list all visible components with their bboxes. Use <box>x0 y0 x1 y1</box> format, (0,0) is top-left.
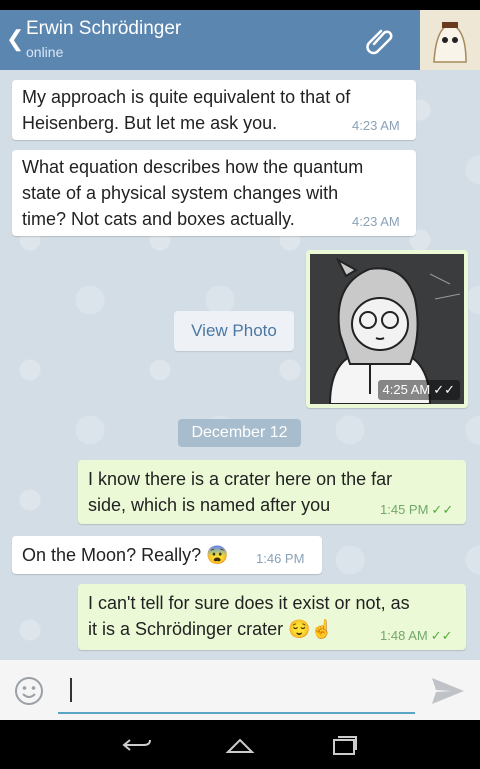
status-bar <box>0 0 480 10</box>
read-checkmark-icon: ✓✓ <box>431 502 454 517</box>
back-arrow-icon[interactable] <box>122 734 154 756</box>
message-line: I know there is a crater here on the far <box>88 469 393 489</box>
date-divider: December 12 <box>178 419 301 447</box>
paperclip-icon[interactable] <box>364 24 396 56</box>
system-nav-bar <box>0 720 480 769</box>
message-line: I can't tell for sure does it exist or n… <box>88 593 410 613</box>
contact-name[interactable]: Erwin Schrödinger <box>26 18 181 40</box>
chat-header: ❮ Erwin Schrödinger online <box>0 10 480 70</box>
view-photo-button[interactable]: View Photo <box>174 311 294 351</box>
message-time: 1:46 PM <box>256 551 305 566</box>
message-time: 4:23 AM <box>352 214 400 229</box>
home-icon[interactable] <box>224 734 256 756</box>
message-line: What equation describes how the quantum <box>22 157 364 177</box>
message-input[interactable] <box>70 678 72 702</box>
message-line: time? Not cats and boxes actually. <box>22 209 295 229</box>
message-bubble-outgoing[interactable]: I can't tell for sure does it exist or n… <box>78 584 466 650</box>
message-line: Heisenberg. But let me ask you. <box>22 113 278 133</box>
message-time: 1:48 AM ✓✓ <box>380 628 453 643</box>
photo-image[interactable]: 4:25 AM ✓✓ <box>310 254 464 404</box>
message-time: 1:45 PM ✓✓ <box>380 502 454 517</box>
message-list[interactable]: My approach is quite equivalent to that … <box>0 70 480 660</box>
read-checkmark-icon: ✓✓ <box>430 628 453 643</box>
chevron-left-icon[interactable]: ❮ <box>6 28 24 50</box>
recents-icon[interactable] <box>328 734 360 756</box>
contact-status: online <box>26 44 64 60</box>
message-time: 4:23 AM <box>352 118 400 133</box>
message-bubble-incoming[interactable]: What equation describes how the quantum … <box>12 150 416 236</box>
message-bubble-outgoing[interactable]: I know there is a crater here on the far… <box>78 460 466 524</box>
message-bubble-incoming[interactable]: On the Moon? Really? 😨 1:46 PM <box>12 536 322 574</box>
input-underline <box>58 712 415 714</box>
send-arrow-icon[interactable] <box>430 676 466 706</box>
photo-time: 4:25 AM ✓✓ <box>377 380 460 400</box>
avatar[interactable] <box>420 10 480 70</box>
message-line: side, which is named after you <box>88 495 331 515</box>
message-line: My approach is quite equivalent to that … <box>22 87 351 107</box>
photo-message[interactable]: 4:25 AM ✓✓ <box>306 250 468 408</box>
message-bubble-incoming[interactable]: My approach is quite equivalent to that … <box>12 80 416 140</box>
message-line: state of a physical system changes with <box>22 183 339 203</box>
message-composer <box>0 660 480 720</box>
message-line: it is a Schrödinger crater 😌☝ <box>88 619 333 639</box>
smiley-icon[interactable] <box>14 676 44 706</box>
message-line: On the Moon? Really? 😨 <box>22 545 229 565</box>
